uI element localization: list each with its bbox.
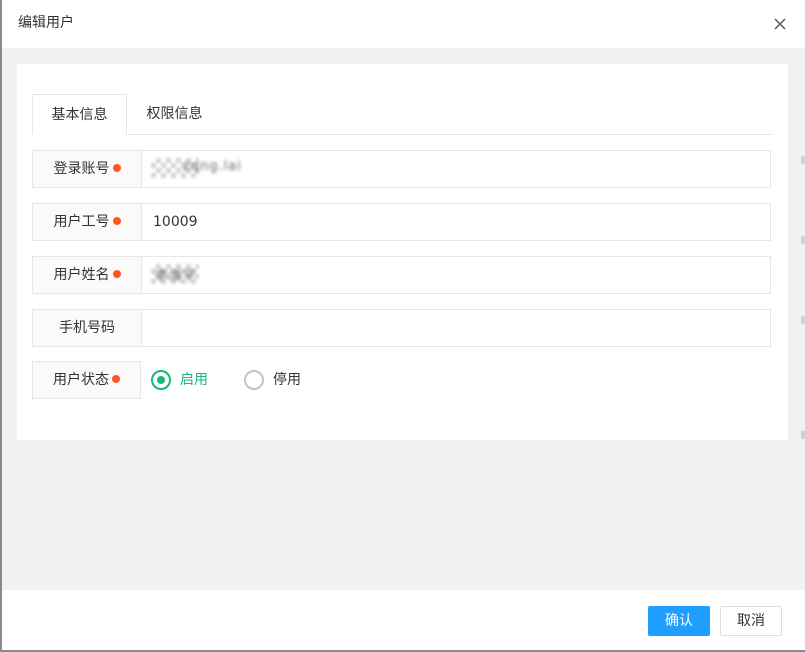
status-label: 用户状态 <box>32 361 141 399</box>
employee-id-label: 用户工号 <box>33 204 142 240</box>
close-icon <box>774 18 786 30</box>
required-dot <box>112 375 120 383</box>
employee-id-label-text: 用户工号 <box>53 214 110 230</box>
login-account-label-text: 登录账号 <box>53 161 110 177</box>
user-name-value[interactable]: 李清平 <box>155 265 197 285</box>
status-disabled-label: 停用 <box>273 372 301 388</box>
form-row-status: 用户状态 启用 停用 <box>32 361 771 400</box>
phone-input[interactable] <box>143 310 770 346</box>
required-dot <box>112 217 121 225</box>
employee-id-input[interactable] <box>143 204 770 240</box>
form-row-login-account: 登录账号 zqng.lai <box>32 150 771 188</box>
edge-mark <box>801 156 805 164</box>
edge-mark <box>801 316 805 324</box>
cancel-button[interactable]: 取消 <box>720 606 782 636</box>
dialog-footer: 确认 取消 <box>2 590 805 650</box>
form-row-phone: 手机号码 <box>32 309 771 347</box>
edge-mark <box>801 236 805 244</box>
form-card: 基本信息 权限信息 登录账号 zqng.lai 用户工号 用户姓名 李清平 手机… <box>17 64 788 440</box>
dialog-title: 编辑用户 <box>18 15 74 31</box>
tab-permission-info[interactable]: 权限信息 <box>127 94 222 135</box>
dialog-body: 基本信息 权限信息 登录账号 zqng.lai 用户工号 用户姓名 李清平 手机… <box>2 48 805 590</box>
close-button[interactable] <box>768 12 792 36</box>
edge-mark <box>801 431 805 439</box>
dialog-header: 编辑用户 <box>2 0 805 48</box>
required-dot <box>112 270 121 278</box>
form-row-employee-id: 用户工号 <box>32 203 771 241</box>
user-name-label: 用户姓名 <box>33 257 142 293</box>
tab-basic-info[interactable]: 基本信息 <box>32 94 127 135</box>
required-dot <box>112 164 121 172</box>
login-account-value[interactable]: zqng.lai <box>183 159 242 179</box>
phone-label: 手机号码 <box>33 310 142 346</box>
radio-checked-icon <box>151 370 171 390</box>
form-row-user-name: 用户姓名 李清平 <box>32 256 771 294</box>
status-label-text: 用户状态 <box>53 372 109 388</box>
edit-user-dialog: 编辑用户 基本信息 权限信息 登录账号 zqng.lai 用户工号 10009 … <box>0 0 805 652</box>
tab-bar: 基本信息 权限信息 <box>32 94 772 135</box>
confirm-button[interactable]: 确认 <box>648 606 710 636</box>
login-account-label: 登录账号 <box>33 151 142 187</box>
status-enabled-label: 启用 <box>180 372 208 388</box>
user-name-label-text: 用户姓名 <box>53 267 110 283</box>
radio-unchecked-icon <box>244 370 264 390</box>
